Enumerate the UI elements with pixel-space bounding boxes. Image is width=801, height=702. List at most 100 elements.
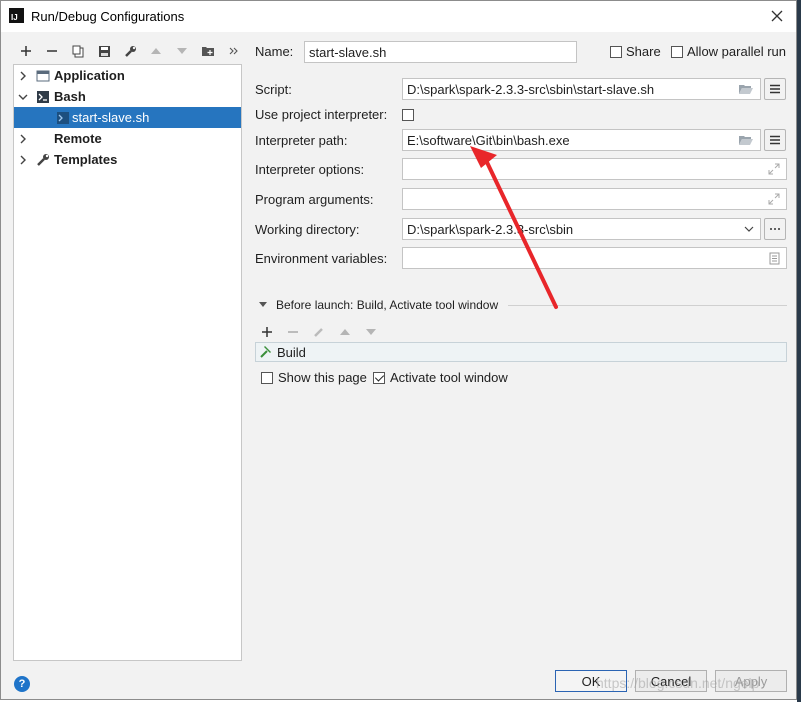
collapse-triangle-icon[interactable] bbox=[258, 301, 268, 309]
activate-tool-window-label: Activate tool window bbox=[390, 370, 508, 385]
interpreter-path-field[interactable]: E:\software\Git\bin\bash.exe bbox=[402, 129, 761, 151]
task-row-build[interactable]: Build bbox=[255, 342, 787, 362]
remove-task-button[interactable] bbox=[284, 322, 302, 342]
before-launch-header[interactable]: Before launch: Build, Activate tool wind… bbox=[276, 298, 498, 312]
edit-task-button[interactable] bbox=[310, 322, 328, 342]
ok-button[interactable]: OK bbox=[555, 670, 627, 692]
save-config-button[interactable] bbox=[91, 41, 117, 61]
working-directory-label: Working directory: bbox=[255, 222, 360, 237]
hammer-icon bbox=[260, 346, 271, 358]
before-launch-separator bbox=[508, 305, 787, 306]
move-task-up-button[interactable] bbox=[336, 322, 354, 342]
run-debug-dialog: IJ Run/Debug Configurations Application … bbox=[0, 0, 797, 700]
allow-parallel-run-label: Allow parallel run bbox=[687, 44, 786, 59]
application-icon bbox=[36, 70, 50, 82]
use-project-interpreter-label: Use project interpreter: bbox=[255, 107, 388, 122]
save-icon bbox=[98, 45, 110, 57]
background-window-edge bbox=[797, 0, 801, 702]
program-arguments-label: Program arguments: bbox=[255, 192, 374, 207]
title-bar: IJ Run/Debug Configurations bbox=[1, 1, 796, 32]
close-icon bbox=[771, 10, 783, 22]
help-icon: ? bbox=[18, 678, 26, 690]
intellij-app-icon: IJ bbox=[9, 8, 24, 23]
minus-icon bbox=[288, 331, 298, 333]
environment-variables-label: Environment variables: bbox=[255, 251, 388, 266]
expand-icon[interactable] bbox=[768, 193, 780, 205]
name-label: Name: bbox=[255, 44, 294, 59]
interpreter-path-label: Interpreter path: bbox=[255, 133, 348, 148]
name-input[interactable] bbox=[309, 44, 576, 60]
cancel-button[interactable]: Cancel bbox=[635, 670, 707, 692]
tree-item-templates[interactable]: Templates bbox=[14, 149, 241, 170]
tree-item-label: Templates bbox=[54, 152, 118, 167]
apply-button[interactable]: Apply bbox=[715, 670, 787, 692]
script-value: D:\spark\spark-2.3.3-src\sbin\start-slav… bbox=[407, 81, 655, 97]
pencil-icon bbox=[314, 328, 323, 337]
config-tree: Application Bash start-slave.sh Remote T… bbox=[13, 64, 242, 661]
plus-icon bbox=[21, 46, 31, 56]
move-up-button[interactable] bbox=[143, 41, 169, 61]
folder-open-icon[interactable] bbox=[738, 134, 754, 147]
chevron-right-icon bbox=[20, 155, 26, 165]
activate-tool-window-checkbox[interactable] bbox=[373, 372, 385, 384]
double-chevron-icon bbox=[229, 47, 238, 55]
tree-item-application[interactable]: Application bbox=[14, 65, 241, 86]
tree-item-label: Application bbox=[54, 68, 125, 83]
hamburger-icon bbox=[770, 84, 780, 94]
arrow-down-icon bbox=[366, 329, 376, 335]
chevron-down-icon[interactable] bbox=[744, 225, 754, 233]
move-down-button[interactable] bbox=[169, 41, 195, 61]
bash-terminal-icon bbox=[37, 91, 49, 103]
minus-icon bbox=[47, 50, 57, 52]
tree-item-start-slave[interactable]: start-slave.sh bbox=[14, 107, 241, 128]
chevron-right-icon bbox=[20, 71, 26, 81]
arrow-up-icon bbox=[151, 48, 161, 54]
allow-parallel-run-checkbox[interactable] bbox=[671, 46, 683, 58]
more-actions-button[interactable] bbox=[221, 41, 247, 61]
working-directory-combobox[interactable]: D:\spark\spark-2.3.3-src\sbin bbox=[402, 218, 761, 240]
edit-defaults-button[interactable] bbox=[117, 41, 143, 61]
chevron-down-icon bbox=[18, 94, 28, 100]
program-arguments-field[interactable] bbox=[402, 188, 787, 210]
wrench-icon bbox=[37, 154, 49, 166]
share-checkbox[interactable] bbox=[610, 46, 622, 58]
arrow-down-icon bbox=[177, 48, 187, 54]
name-field[interactable] bbox=[304, 41, 577, 63]
share-label: Share bbox=[626, 44, 661, 59]
new-folder-button[interactable] bbox=[195, 41, 221, 61]
help-button[interactable]: ? bbox=[14, 676, 30, 692]
remove-config-button[interactable] bbox=[39, 41, 65, 61]
script-label: Script: bbox=[255, 82, 292, 97]
move-task-down-button[interactable] bbox=[362, 322, 380, 342]
add-config-button[interactable] bbox=[13, 41, 39, 61]
folder-icon bbox=[202, 47, 214, 56]
working-directory-browse-button[interactable] bbox=[764, 218, 786, 240]
before-launch-toolbar bbox=[258, 322, 380, 342]
config-toolbar bbox=[13, 41, 247, 61]
hamburger-icon bbox=[770, 135, 780, 145]
add-task-button[interactable] bbox=[258, 322, 276, 342]
environment-variables-field[interactable] bbox=[402, 247, 787, 269]
tree-item-remote[interactable]: Remote bbox=[14, 128, 241, 149]
tree-item-label: Remote bbox=[54, 131, 102, 146]
interpreter-path-value: E:\software\Git\bin\bash.exe bbox=[407, 132, 570, 148]
script-field[interactable]: D:\spark\spark-2.3.3-src\sbin\start-slav… bbox=[402, 78, 761, 100]
chevron-right-icon bbox=[20, 134, 26, 144]
show-this-page-checkbox[interactable] bbox=[261, 372, 273, 384]
working-directory-value: D:\spark\spark-2.3.3-src\sbin bbox=[407, 221, 574, 237]
tree-item-label: Bash bbox=[54, 89, 86, 104]
interpreter-path-menu-button[interactable] bbox=[764, 129, 786, 151]
use-project-interpreter-checkbox[interactable] bbox=[402, 109, 414, 121]
document-icon[interactable] bbox=[769, 252, 780, 265]
copy-config-button[interactable] bbox=[65, 41, 91, 61]
window-title: Run/Debug Configurations bbox=[31, 9, 185, 24]
close-button[interactable] bbox=[766, 6, 788, 26]
tree-item-bash[interactable]: Bash bbox=[14, 86, 241, 107]
folder-open-icon[interactable] bbox=[738, 83, 754, 96]
show-this-page-label: Show this page bbox=[278, 370, 367, 385]
task-label: Build bbox=[277, 345, 306, 360]
tree-item-label: start-slave.sh bbox=[72, 110, 150, 125]
expand-icon[interactable] bbox=[768, 163, 780, 175]
script-menu-button[interactable] bbox=[764, 78, 786, 100]
interpreter-options-field[interactable] bbox=[402, 158, 787, 180]
